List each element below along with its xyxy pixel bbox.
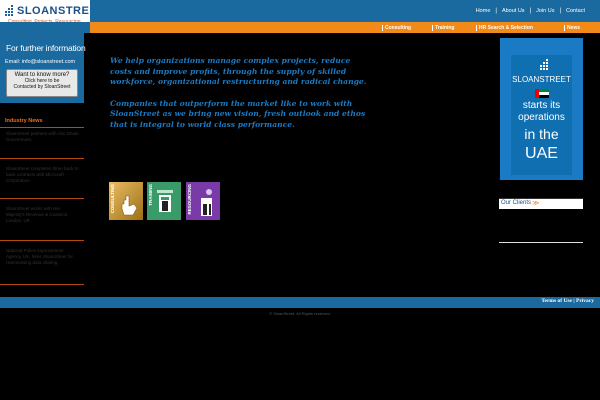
footer-bar	[0, 297, 600, 308]
news-divider	[0, 240, 84, 241]
uae-banner-brand: SLOANSTREET	[512, 75, 571, 84]
right-divider	[499, 242, 583, 243]
nav-home[interactable]: Home	[471, 8, 496, 14]
uae-flag-icon	[535, 89, 549, 98]
uae-logo-bars-icon	[538, 59, 550, 71]
uae-banner-line2: operations	[518, 112, 565, 123]
news-divider	[0, 284, 84, 285]
footer-links: Terms of Use | Privacy	[541, 298, 594, 304]
copyright: © SloanStreet. All Rights reserved.	[269, 311, 331, 316]
nav-contact[interactable]: Contact	[561, 8, 590, 14]
top-nav: Home | About Us | Join Us | Contact	[471, 0, 590, 22]
further-info-heading: For further information	[6, 43, 86, 53]
industry-news-heading: Industry News	[5, 118, 43, 124]
contact-request-line3: Contacted by SloanStreet	[13, 84, 71, 90]
training-service-icon[interactable]: TRAINING	[147, 182, 181, 220]
intro-paragraph-2: Companies that outperform the market lik…	[110, 98, 366, 129]
double-chevron-right-icon: ≫	[532, 200, 540, 207]
news-divider	[0, 158, 84, 159]
terms-of-use-link[interactable]: Terms of Use	[541, 298, 572, 304]
privacy-link[interactable]: Privacy	[576, 298, 594, 304]
header-blue-strip	[0, 22, 90, 33]
nav-about-us[interactable]: About Us	[497, 8, 530, 14]
contact-request-button[interactable]: Want to know more? Click here to be Cont…	[6, 69, 78, 97]
footer-separator: |	[573, 298, 575, 304]
intro-text: We help organizations manage complex pro…	[110, 56, 370, 130]
sub-nav: Consulting Training HR Search & Selectio…	[382, 22, 594, 33]
uae-banner-line1: starts its	[522, 100, 561, 111]
our-clients-link[interactable]: Our Clients ≫	[499, 198, 583, 209]
nav-join-us[interactable]: Join Us	[531, 8, 559, 14]
subnav-training[interactable]: Training	[432, 24, 476, 31]
page: SLOANSTREET Consulting. Projects. Resour…	[0, 0, 600, 400]
uae-banner-line3: in the	[524, 126, 559, 142]
news-item[interactable]: SloanStreet works with Her Majesty's Rev…	[6, 206, 80, 224]
training-service-label: TRAINING	[148, 184, 153, 206]
news-item[interactable]: SloanStreet partners with Abu Dhabi Gove…	[6, 131, 80, 143]
news-item[interactable]: SloanStreet completes three back to back…	[6, 166, 80, 184]
news-divider	[0, 127, 84, 128]
further-info-panel: For further information Email: info@sloa…	[0, 33, 86, 103]
news-divider	[0, 198, 84, 199]
our-clients-label: Our Clients	[501, 200, 532, 206]
email-link[interactable]: Email: info@sloanstreet.com	[5, 59, 75, 65]
uae-banner-inner: SLOANSTREET starts its operations in the…	[511, 55, 572, 175]
subnav-news[interactable]: News	[564, 24, 594, 31]
resourcing-service-icon[interactable]: RESOURCING	[186, 182, 220, 220]
intro-paragraph-1: We help organizations manage complex pro…	[110, 56, 367, 86]
top-nav-bar: Home | About Us | Join Us | Contact	[90, 0, 600, 22]
uae-banner[interactable]: SLOANSTREET starts its operations in the…	[500, 38, 583, 180]
news-item[interactable]: National Police Improvement Agency, UK, …	[6, 248, 80, 266]
consulting-service-icon[interactable]: CONSULTING	[109, 182, 143, 220]
resourcing-service-label: RESOURCING	[187, 184, 192, 215]
subnav-consulting[interactable]: Consulting	[382, 24, 432, 31]
logo-bars-icon	[3, 5, 15, 17]
consulting-service-label: CONSULTING	[110, 184, 115, 214]
subnav-hr-search[interactable]: HR Search & Selection	[476, 24, 564, 31]
uae-banner-line4: UAE	[525, 145, 558, 162]
